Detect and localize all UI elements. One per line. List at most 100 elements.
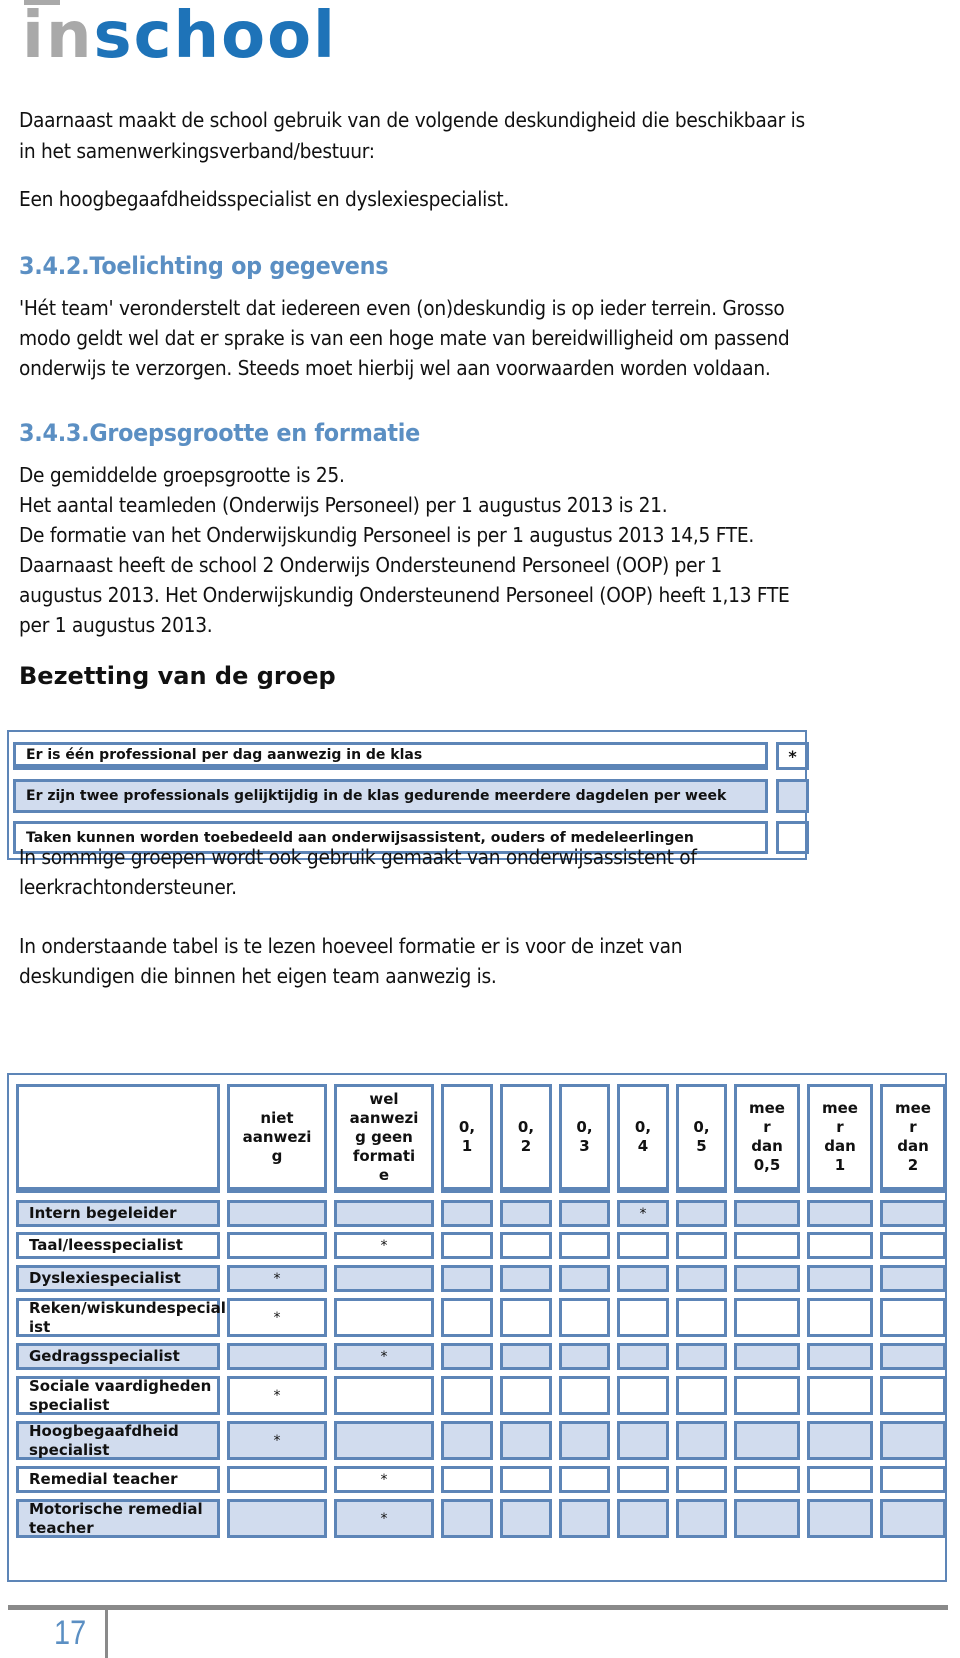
- table-cell: *: [227, 1298, 327, 1337]
- table-cell: [227, 1343, 327, 1370]
- column-header: mee r dan 1: [807, 1084, 873, 1193]
- table-cell: [227, 1200, 327, 1227]
- table-cell: [734, 1232, 800, 1259]
- table-cell: [676, 1265, 727, 1292]
- table-cell: *: [227, 1265, 327, 1292]
- table-cell: [676, 1376, 727, 1415]
- table-cell: [880, 1200, 946, 1227]
- bezetting-row-label: Er is één professional per dag aanwezig …: [13, 742, 768, 770]
- table-cell: [500, 1343, 552, 1370]
- table-cell: [880, 1265, 946, 1292]
- table-cell: [500, 1466, 552, 1493]
- table-cell: [734, 1298, 800, 1337]
- table-cell: [807, 1298, 873, 1337]
- table-cell: [807, 1265, 873, 1292]
- column-header: niet aanwezi g: [227, 1084, 327, 1193]
- column-header: 0, 5: [676, 1084, 727, 1193]
- column-header: wel aanwezi g geen formati e: [334, 1084, 434, 1193]
- toelichting-line: 'Hét team' veronderstelt dat iedereen ev…: [19, 296, 785, 320]
- table-cell: *: [617, 1200, 669, 1227]
- onderwijsassistent-line2: leerkrachtondersteuner.: [19, 875, 237, 899]
- toelichting-line: modo geldt wel dat er sprake is van een …: [19, 326, 790, 350]
- footer-rule: [8, 1605, 948, 1610]
- header-cell-empty: [16, 1084, 220, 1193]
- groepsgrootte-line: De gemiddelde groepsgrootte is 25.: [19, 463, 345, 487]
- table-cell: *: [334, 1343, 434, 1370]
- table-cell: [734, 1265, 800, 1292]
- heading-bezetting: Bezetting van de groep: [19, 662, 336, 690]
- table-cell: [441, 1421, 493, 1460]
- table-cell: [734, 1376, 800, 1415]
- column-header: 0, 2: [500, 1084, 552, 1193]
- column-header: 0, 4: [617, 1084, 669, 1193]
- table-cell: [500, 1421, 552, 1460]
- table-cell: [617, 1421, 669, 1460]
- groepsgrootte-line: De formatie van het Onderwijskundig Pers…: [19, 523, 755, 547]
- row-label: Hoogbegaafdheid specialist: [16, 1421, 220, 1460]
- column-header: mee r dan 2: [880, 1084, 946, 1193]
- table-cell: *: [227, 1421, 327, 1460]
- table-cell: [807, 1499, 873, 1538]
- table-cell: [441, 1200, 493, 1227]
- table-cell: [807, 1232, 873, 1259]
- table-cell: [617, 1466, 669, 1493]
- table-cell: [500, 1376, 552, 1415]
- table-cell: [676, 1232, 727, 1259]
- groepsgrootte-line: Het aantal teamleden (Onderwijs Personee…: [19, 493, 668, 517]
- page-number: 17: [54, 1614, 87, 1652]
- footer-divider: [105, 1606, 108, 1658]
- row-label: Sociale vaardigheden specialist: [16, 1376, 220, 1415]
- table-cell: [559, 1499, 610, 1538]
- table-cell: [880, 1421, 946, 1460]
- row-label: Motorische remedial teacher: [16, 1499, 220, 1538]
- table-cell: *: [334, 1232, 434, 1259]
- toelichting-line: onderwijs te verzorgen. Steeds moet hier…: [19, 356, 771, 380]
- table-cell: [880, 1232, 946, 1259]
- table-cell: [334, 1265, 434, 1292]
- table-cell: [676, 1343, 727, 1370]
- row-label: Remedial teacher: [16, 1466, 220, 1493]
- bezetting-row-label: Er zijn twee professionals gelijktijdig …: [13, 779, 768, 813]
- table-cell: [617, 1298, 669, 1337]
- table-cell: [807, 1466, 873, 1493]
- table-cell: [441, 1499, 493, 1538]
- tabel-intro-line1: In onderstaande tabel is te lezen hoevee…: [19, 934, 683, 958]
- table-cell: [617, 1265, 669, 1292]
- row-label: Intern begeleider: [16, 1200, 220, 1227]
- table-cell: [880, 1466, 946, 1493]
- bezetting-table: Er is één professional per dag aanwezig …: [7, 730, 809, 860]
- table-cell: [227, 1466, 327, 1493]
- table-cell: [334, 1376, 434, 1415]
- table-cell: [500, 1499, 552, 1538]
- groepsgrootte-line: per 1 augustus 2013.: [19, 613, 213, 637]
- table-cell: [676, 1200, 727, 1227]
- inschool-logo: inschool: [22, 4, 337, 68]
- heading-groepsgrootte: 3.4.3.Groepsgrootte en formatie: [19, 419, 420, 447]
- tabel-intro-line2: deskundigen die binnen het eigen team aa…: [19, 964, 497, 988]
- bezetting-row-mark: [776, 779, 809, 813]
- groepsgrootte-line: augustus 2013. Het Onderwijskundig Onder…: [19, 583, 790, 607]
- table-cell: [807, 1376, 873, 1415]
- table-cell: *: [227, 1376, 327, 1415]
- table-cell: [734, 1499, 800, 1538]
- logo-in: in: [22, 0, 94, 73]
- table-cell: [880, 1376, 946, 1415]
- intro-paragraph-line2: in het samenwerkingsverband/bestuur:: [19, 139, 375, 163]
- table-cell: *: [334, 1466, 434, 1493]
- logo-school: school: [93, 0, 337, 73]
- table-cell: [617, 1232, 669, 1259]
- table-cell: [227, 1232, 327, 1259]
- intro-paragraph-line1: Daarnaast maakt de school gebruik van de…: [19, 108, 805, 132]
- onderwijsassistent-line1: In sommige groepen wordt ook gebruik gem…: [19, 845, 697, 869]
- table-cell: [334, 1200, 434, 1227]
- table-cell: [617, 1343, 669, 1370]
- table-cell: [559, 1421, 610, 1460]
- column-header: 0, 1: [441, 1084, 493, 1193]
- table-cell: *: [334, 1499, 434, 1538]
- row-label: Reken/wiskundespecial ist: [16, 1298, 226, 1337]
- table-cell: [880, 1499, 946, 1538]
- row-label: Dyslexiespecialist: [16, 1265, 220, 1292]
- table-cell: [617, 1499, 669, 1538]
- table-cell: [559, 1298, 610, 1337]
- formatie-table: niet aanwezi g wel aanwezi g geen formati…: [7, 1073, 947, 1582]
